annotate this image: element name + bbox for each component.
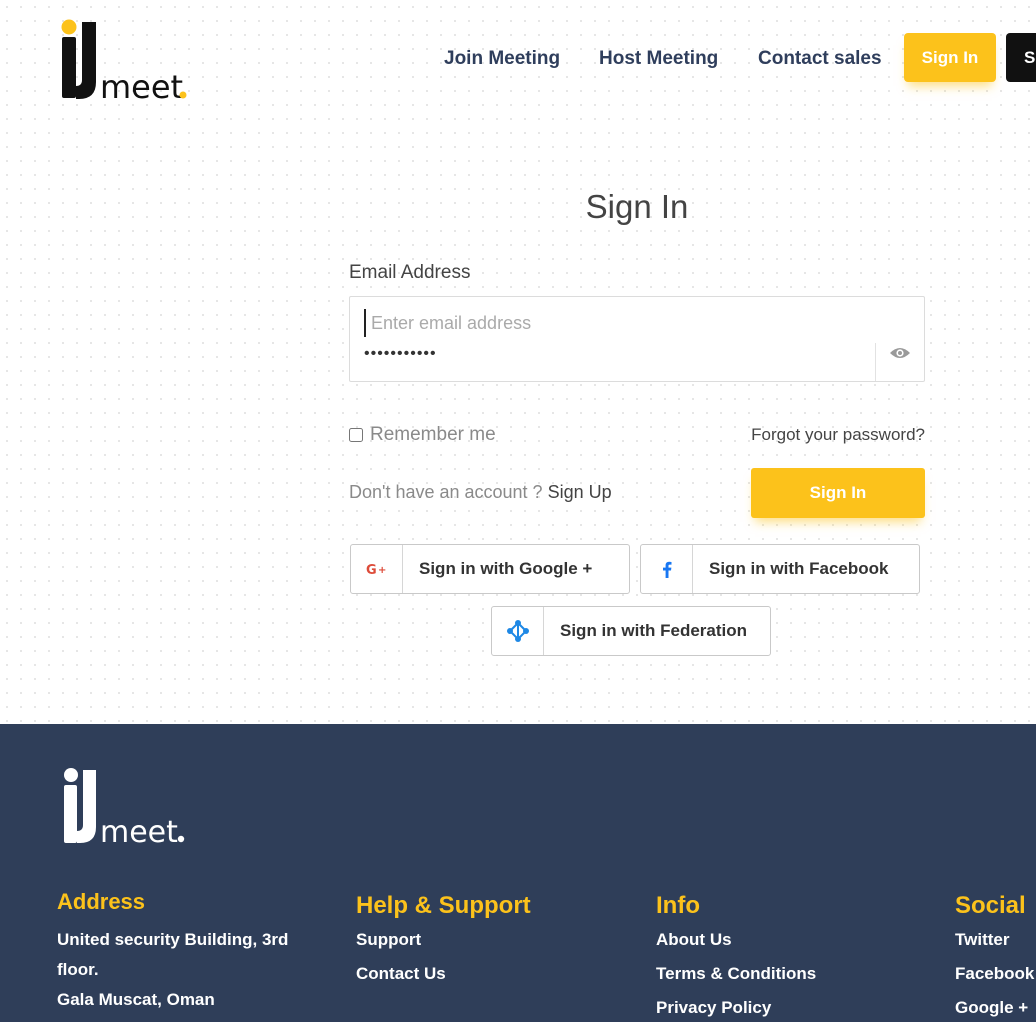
footer-info-title: Info bbox=[656, 892, 700, 919]
svg-text:meet: meet bbox=[100, 68, 183, 104]
signin-submit-button[interactable]: Sign In bbox=[751, 468, 925, 518]
signup-link[interactable]: Sign Up bbox=[548, 482, 612, 502]
footer-help-support: Help & Support Support Contact Us bbox=[356, 892, 531, 998]
footer-link-privacy[interactable]: Privacy Policy bbox=[656, 998, 816, 1018]
password-field[interactable] bbox=[364, 341, 864, 367]
federation-signin-label: Sign in with Federation bbox=[560, 621, 747, 640]
credentials-box bbox=[349, 296, 925, 382]
email-label: Email Address bbox=[349, 262, 471, 283]
ijmeet-logo[interactable]: meet bbox=[58, 18, 198, 104]
nav-contact-sales[interactable]: Contact sales bbox=[758, 48, 882, 70]
footer-social: Social Twitter Facebook Google + bbox=[955, 892, 1034, 1022]
eye-icon[interactable] bbox=[889, 346, 911, 360]
header-signup-button[interactable]: S bbox=[1006, 33, 1036, 82]
footer-link-google-plus[interactable]: Google + bbox=[955, 998, 1034, 1018]
federation-signin-button[interactable]: Sign in with Federation bbox=[491, 606, 771, 656]
password-toggle-divider bbox=[875, 343, 876, 381]
page-title: Sign In bbox=[585, 188, 689, 225]
remember-me-checkbox[interactable] bbox=[349, 428, 363, 442]
ijmeet-logo-image: meet bbox=[61, 19, 187, 104]
svg-text:meet: meet bbox=[100, 815, 178, 848]
forgot-password-link[interactable]: Forgot your password? bbox=[751, 425, 925, 445]
facebook-signin-button[interactable]: Sign in with Facebook bbox=[640, 544, 920, 594]
site-footer: meet Address United security Building, 3… bbox=[0, 724, 1036, 1022]
footer-social-title: Social bbox=[955, 892, 1026, 919]
footer-logo-image: meet bbox=[64, 768, 185, 850]
svg-text:G: G bbox=[366, 563, 377, 576]
no-account-text: Don't have an account ? bbox=[349, 482, 543, 502]
remember-me: Remember me bbox=[349, 424, 496, 446]
nav-join-meeting[interactable]: Join Meeting bbox=[444, 48, 560, 70]
footer-address-title: Address bbox=[57, 889, 146, 914]
footer-link-about-us[interactable]: About Us bbox=[656, 930, 816, 950]
google-signin-label: Sign in with Google + bbox=[419, 559, 593, 578]
svg-text:+: + bbox=[378, 565, 386, 576]
footer-link-terms[interactable]: Terms & Conditions bbox=[656, 964, 816, 984]
footer-address-line: floor. bbox=[57, 960, 99, 979]
footer-logo[interactable]: meet bbox=[60, 766, 194, 853]
google-signin-button[interactable]: G + Sign in with Google + bbox=[350, 544, 630, 594]
footer-help-title: Help & Support bbox=[356, 892, 531, 919]
facebook-signin-label: Sign in with Facebook bbox=[709, 559, 889, 578]
footer-link-twitter[interactable]: Twitter bbox=[955, 930, 1034, 950]
email-field[interactable] bbox=[364, 309, 884, 337]
footer-link-support[interactable]: Support bbox=[356, 930, 531, 950]
footer-link-facebook[interactable]: Facebook bbox=[955, 964, 1034, 984]
no-account-prompt: Don't have an account ? Sign Up bbox=[349, 482, 612, 503]
facebook-icon bbox=[641, 545, 693, 593]
footer-address-line: United security Building, 3rd bbox=[57, 930, 289, 949]
remember-me-label: Remember me bbox=[370, 424, 496, 445]
google-plus-icon: G + bbox=[351, 545, 403, 593]
header-signin-button[interactable]: Sign In bbox=[904, 33, 996, 82]
footer-info: Info About Us Terms & Conditions Privacy… bbox=[656, 892, 816, 1022]
footer-address: Address United security Building, 3rd fl… bbox=[57, 889, 288, 1015]
footer-address-line: Gala Muscat, Oman bbox=[57, 990, 215, 1009]
footer-link-contact-us[interactable]: Contact Us bbox=[356, 964, 531, 984]
nav-host-meeting[interactable]: Host Meeting bbox=[599, 48, 718, 70]
federation-icon bbox=[492, 607, 544, 655]
